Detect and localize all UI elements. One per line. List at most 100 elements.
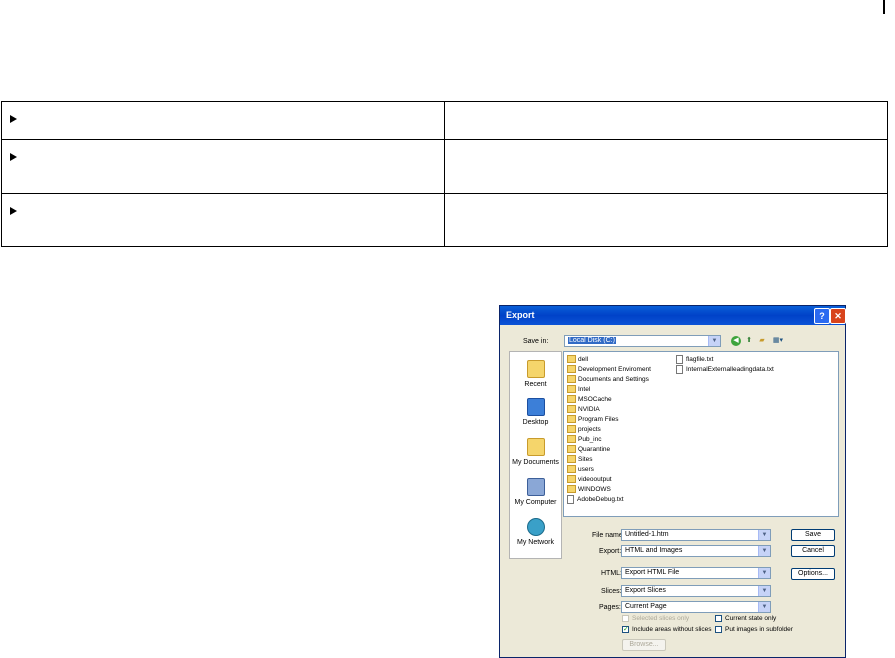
file-name: flagfile.txt — [686, 356, 714, 364]
table-row — [1, 193, 888, 247]
help-button[interactable]: ? — [814, 308, 830, 324]
folder-item[interactable]: Development Enviroment — [567, 365, 651, 374]
folder-item[interactable]: Pub_inc — [567, 435, 602, 444]
folder-item[interactable]: users — [567, 465, 594, 474]
options-button[interactable]: Options... — [791, 568, 835, 580]
view-menu-icon[interactable]: ▦▾ — [770, 336, 786, 346]
place-label: My Network — [517, 539, 554, 546]
place-my-network[interactable]: My Network — [510, 518, 561, 546]
file-list: dell Development Enviroment Documents an… — [563, 351, 839, 517]
my-computer-icon — [526, 478, 545, 496]
chevron-down-icon[interactable]: ▼ — [758, 602, 770, 612]
text-file-icon — [567, 495, 574, 504]
table-cell[interactable] — [1, 101, 445, 140]
save-in-value-text: Local Disk (C:) — [568, 337, 616, 344]
chevron-down-icon[interactable]: ▼ — [758, 546, 770, 556]
place-my-computer[interactable]: My Computer — [510, 478, 561, 506]
place-desktop[interactable]: Desktop — [510, 398, 561, 426]
include-areas-checkbox[interactable]: ✓ — [622, 626, 629, 633]
chevron-down-icon[interactable]: ▼ — [758, 586, 770, 596]
file-name-input[interactable]: Untitled-1.htm ▼ — [621, 529, 771, 541]
browse-button[interactable]: Browse... — [622, 639, 666, 651]
folder-icon — [567, 475, 576, 484]
current-state-label: Current state only — [725, 615, 777, 622]
save-in-dropdown[interactable]: Local Disk (C:) ▼ — [564, 335, 721, 347]
place-label: My Computer — [514, 499, 557, 506]
chevron-down-icon[interactable]: ▼ — [708, 336, 720, 346]
chevron-down-icon[interactable]: ▼ — [758, 530, 770, 540]
file-name: videooutput — [578, 476, 612, 483]
folder-item[interactable]: Quarantine — [567, 445, 610, 454]
folder-item[interactable]: Program Files — [567, 415, 618, 424]
file-item[interactable]: InternalExternalleadingdata.txt — [676, 365, 774, 374]
save-in-label: Save in: — [523, 338, 549, 345]
new-folder-icon[interactable]: ▰ — [757, 336, 767, 346]
expand-triangle-icon[interactable] — [10, 153, 17, 161]
table-row — [1, 139, 888, 194]
folder-item[interactable]: projects — [567, 425, 601, 434]
selected-slices-checkbox[interactable] — [622, 615, 629, 622]
file-name-value: Untitled-1.htm — [625, 531, 669, 538]
table-cell[interactable] — [1, 193, 445, 247]
table-cell[interactable] — [1, 139, 445, 194]
pages-dropdown[interactable]: Current Page ▼ — [621, 601, 771, 613]
chevron-down-icon[interactable]: ▼ — [758, 568, 770, 578]
folder-item[interactable]: dell — [567, 355, 588, 364]
put-images-label: Put images in subfolder — [725, 626, 793, 633]
pages-value: Current Page — [625, 603, 667, 610]
back-icon[interactable]: ◀ — [731, 336, 741, 346]
task-table — [1, 101, 888, 247]
folder-icon — [567, 395, 576, 404]
dialog-title: Export — [506, 310, 535, 320]
folder-item[interactable]: Sites — [567, 455, 592, 464]
pages-label: Pages: — [599, 604, 621, 611]
cancel-button[interactable]: Cancel — [791, 545, 835, 557]
folder-item[interactable]: videooutput — [567, 475, 612, 484]
place-my-documents[interactable]: My Documents — [510, 438, 561, 466]
place-recent[interactable]: Recent — [510, 360, 561, 388]
folder-item[interactable]: MSOCache — [567, 395, 612, 404]
folder-item[interactable]: Intel — [567, 385, 590, 394]
checkmark-icon: ✓ — [623, 626, 629, 633]
folder-icon — [567, 365, 576, 374]
export-dialog: Export ? ✕ Save in: Local Disk (C:) ▼ ◀ … — [499, 305, 846, 658]
expand-triangle-icon[interactable] — [10, 115, 17, 123]
file-name: Intel — [578, 386, 591, 393]
export-dropdown[interactable]: HTML and Images ▼ — [621, 545, 771, 557]
slices-dropdown[interactable]: Export Slices ▼ — [621, 585, 771, 597]
place-label: Desktop — [522, 419, 549, 426]
folder-icon — [567, 385, 576, 394]
places-bar: Recent Desktop My Documents My Computer … — [509, 351, 562, 559]
folder-icon — [567, 425, 576, 434]
text-file-icon — [676, 355, 683, 364]
folder-item[interactable]: WINDOWS — [567, 485, 611, 494]
file-item[interactable]: flagfile.txt — [676, 355, 713, 364]
folder-icon — [567, 375, 576, 384]
html-dropdown[interactable]: Export HTML File ▼ — [621, 567, 771, 579]
put-images-checkbox[interactable] — [715, 626, 722, 633]
file-name: projects — [578, 426, 601, 433]
close-button[interactable]: ✕ — [830, 308, 846, 324]
expand-triangle-icon[interactable] — [10, 207, 17, 215]
folder-icon — [567, 405, 576, 414]
file-name: Documents and Settings — [578, 376, 649, 383]
folder-icon — [567, 415, 576, 424]
file-name: WINDOWS — [578, 486, 611, 493]
recent-folder-icon — [526, 360, 545, 378]
folder-item[interactable]: NVIDIA — [567, 405, 600, 414]
export-label: Export: — [599, 548, 622, 555]
html-label: HTML: — [601, 570, 622, 577]
file-name: dell — [578, 356, 589, 363]
save-in-value: Local Disk (C:) — [568, 337, 616, 344]
up-folder-icon[interactable]: ⬆ — [744, 336, 754, 346]
current-state-checkbox[interactable] — [715, 615, 722, 622]
folder-item[interactable]: Documents and Settings — [567, 375, 649, 384]
file-name: Development Enviroment — [578, 366, 651, 373]
table-row — [1, 101, 888, 140]
file-name: InternalExternalleadingdata.txt — [686, 366, 774, 374]
save-button[interactable]: Save — [791, 529, 835, 541]
file-item[interactable]: AdobeDebug.txt — [567, 495, 624, 504]
folder-icon — [567, 465, 576, 474]
folder-icon — [567, 435, 576, 444]
dialog-titlebar[interactable]: Export ? ✕ — [500, 306, 846, 325]
